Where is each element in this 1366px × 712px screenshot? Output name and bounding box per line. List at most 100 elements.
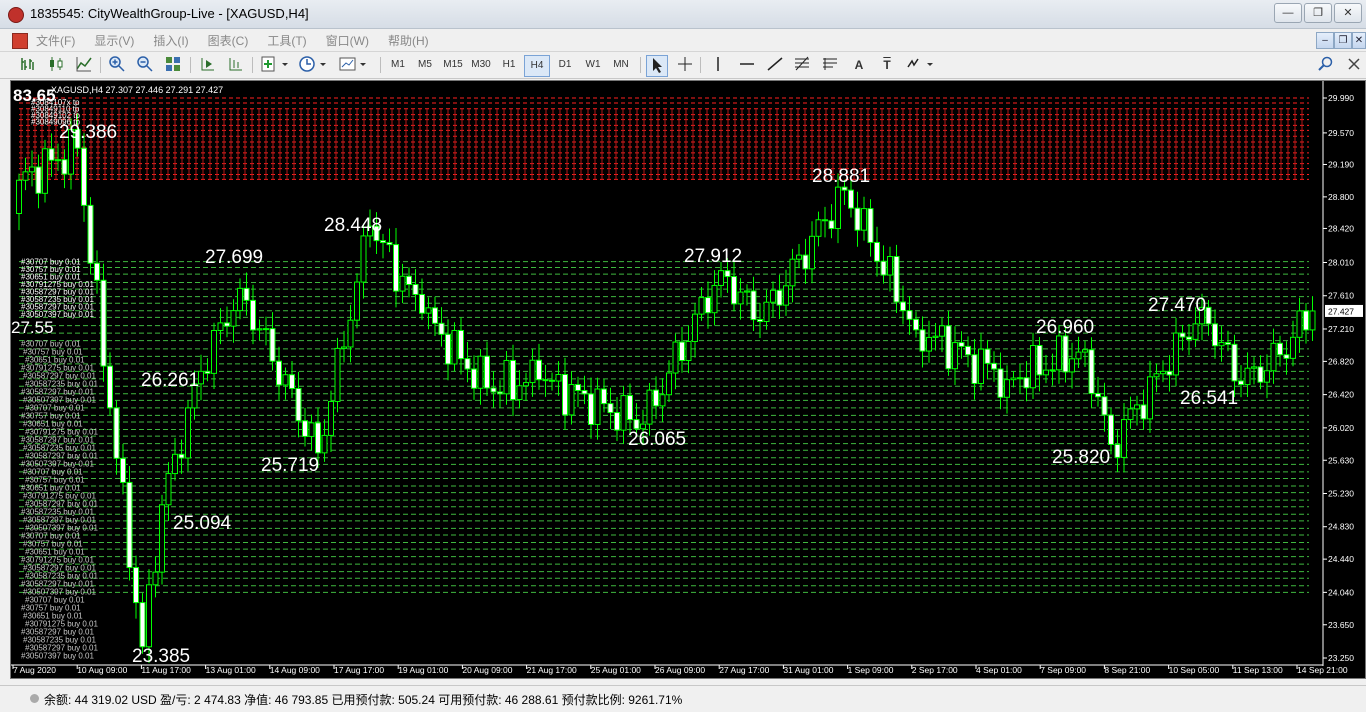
mdi-minimize-button[interactable]: – bbox=[1316, 32, 1334, 49]
candlestick-chart-icon[interactable] bbox=[46, 55, 66, 75]
history-center-icon[interactable] bbox=[298, 55, 328, 75]
mdi-restore-button[interactable]: ❐ bbox=[1334, 32, 1352, 49]
text-label-icon[interactable]: T bbox=[877, 55, 897, 75]
time-axis-label: 4 Sep 01:00 bbox=[976, 665, 1022, 675]
price-axis-label: 28.420 bbox=[1328, 223, 1354, 233]
timeframe-m15[interactable]: M15 bbox=[441, 55, 465, 75]
candle-body bbox=[1218, 342, 1225, 347]
swing-price-label: 28.881 bbox=[812, 166, 870, 187]
candle-body bbox=[789, 258, 796, 287]
candle-body bbox=[1303, 310, 1309, 331]
candle-body bbox=[880, 260, 887, 276]
candle-body bbox=[575, 384, 581, 392]
zoom-out-icon[interactable] bbox=[135, 55, 155, 75]
toolbar-close-icon[interactable] bbox=[1344, 55, 1364, 75]
timeframe-d1[interactable]: D1 bbox=[553, 55, 577, 75]
arrows-icon[interactable] bbox=[905, 55, 935, 75]
candle-body bbox=[828, 220, 835, 230]
menu-help[interactable]: 帮助(H) bbox=[388, 32, 429, 49]
timeframe-w1[interactable]: W1 bbox=[581, 55, 605, 75]
price-chart[interactable]: #3084107x tp#30849110 tp#30849102 tp#308… bbox=[11, 81, 1366, 679]
tile-windows-icon[interactable] bbox=[163, 55, 183, 75]
close-button[interactable]: ✕ bbox=[1334, 3, 1362, 23]
minimize-button[interactable]: — bbox=[1274, 3, 1302, 23]
mdi-close-button[interactable]: ✕ bbox=[1352, 32, 1366, 49]
candle-body bbox=[945, 325, 952, 370]
menu-window[interactable]: 窗口(W) bbox=[326, 32, 369, 49]
timeframe-m1[interactable]: M1 bbox=[386, 55, 410, 75]
candle-body bbox=[87, 204, 94, 264]
candle-body bbox=[477, 355, 484, 389]
bar-chart-icon[interactable] bbox=[18, 55, 38, 75]
candle-body bbox=[380, 240, 386, 244]
autoscroll-icon[interactable] bbox=[198, 55, 218, 75]
candle-body bbox=[1036, 344, 1043, 376]
candle-body bbox=[94, 262, 100, 281]
candle-body bbox=[620, 395, 627, 431]
menu-view[interactable]: 显示(V) bbox=[94, 32, 134, 49]
time-axis-label: 10 Sep 05:00 bbox=[1169, 665, 1220, 675]
time-axis-label: 1 Sep 09:00 bbox=[848, 665, 894, 675]
candle-body bbox=[282, 374, 289, 386]
candle-body bbox=[906, 310, 913, 320]
timeframe-mn[interactable]: MN bbox=[609, 55, 633, 75]
text-icon[interactable]: A bbox=[849, 55, 869, 75]
horizontal-line-icon[interactable] bbox=[737, 55, 757, 75]
swing-price-label: 26.261 bbox=[141, 370, 199, 391]
line-chart-icon[interactable] bbox=[74, 55, 94, 75]
candle-body bbox=[1088, 349, 1095, 394]
candle-body bbox=[822, 219, 828, 222]
search-icon[interactable] bbox=[1316, 55, 1336, 75]
menu-file[interactable]: 文件(F) bbox=[36, 32, 75, 49]
buy-order-label: #30507397 buy 0.01 bbox=[21, 651, 95, 660]
zoom-in-icon[interactable] bbox=[107, 55, 127, 75]
candle-body bbox=[1153, 373, 1160, 378]
candle-body bbox=[796, 254, 802, 260]
candle-body bbox=[1004, 379, 1010, 398]
menu-charts[interactable]: 图表(C) bbox=[208, 32, 249, 49]
chart-shift-icon[interactable] bbox=[226, 55, 246, 75]
time-axis-label: 20 Aug 09:00 bbox=[462, 665, 512, 675]
chart-window[interactable]: #3084107x tp #30849110 tp #30849102 tp #308… bbox=[10, 80, 1366, 679]
candle-body bbox=[523, 382, 529, 387]
candle-body bbox=[1114, 443, 1121, 458]
menu-tools[interactable]: 工具(T) bbox=[267, 32, 306, 49]
candle-body bbox=[471, 368, 477, 389]
candle-body bbox=[854, 207, 861, 231]
trendline-icon[interactable] bbox=[765, 55, 785, 75]
cursor-icon[interactable] bbox=[646, 55, 668, 77]
templates-icon[interactable] bbox=[338, 55, 368, 75]
candle-body bbox=[991, 362, 997, 370]
crosshair-icon[interactable] bbox=[675, 55, 695, 75]
candle-body bbox=[412, 284, 419, 296]
time-axis-label: 8 Sep 21:00 bbox=[1104, 665, 1150, 675]
toolbar-separator bbox=[190, 57, 191, 73]
candle-body bbox=[919, 329, 926, 352]
timeframe-h4[interactable]: H4 bbox=[524, 55, 550, 77]
candle-body bbox=[55, 159, 61, 162]
menu-insert[interactable]: 插入(I) bbox=[153, 32, 188, 49]
candle-body bbox=[1140, 404, 1147, 420]
candle-body bbox=[516, 385, 523, 401]
candle-body bbox=[1251, 366, 1257, 369]
vertical-line-icon[interactable] bbox=[708, 55, 728, 75]
gann-icon[interactable] bbox=[821, 55, 841, 75]
candle-body bbox=[731, 276, 737, 305]
fibonacci-icon[interactable] bbox=[793, 55, 813, 75]
candle-body bbox=[133, 567, 139, 604]
candle-body bbox=[1277, 342, 1283, 356]
app-icon bbox=[8, 7, 24, 23]
new-order-icon[interactable] bbox=[260, 55, 290, 75]
toolbar-separator bbox=[380, 57, 381, 73]
timeframe-h1[interactable]: H1 bbox=[497, 55, 521, 75]
candle-body bbox=[1290, 336, 1296, 359]
timeframe-m30[interactable]: M30 bbox=[469, 55, 493, 75]
candle-body bbox=[1101, 396, 1108, 416]
candle-body bbox=[802, 254, 809, 270]
candle-body bbox=[321, 434, 328, 454]
candle-body bbox=[1017, 377, 1023, 380]
time-axis-label: 27 Aug 17:00 bbox=[719, 665, 769, 675]
candle-body bbox=[666, 372, 672, 396]
timeframe-m5[interactable]: M5 bbox=[413, 55, 437, 75]
maximize-button[interactable]: ❐ bbox=[1304, 3, 1332, 23]
